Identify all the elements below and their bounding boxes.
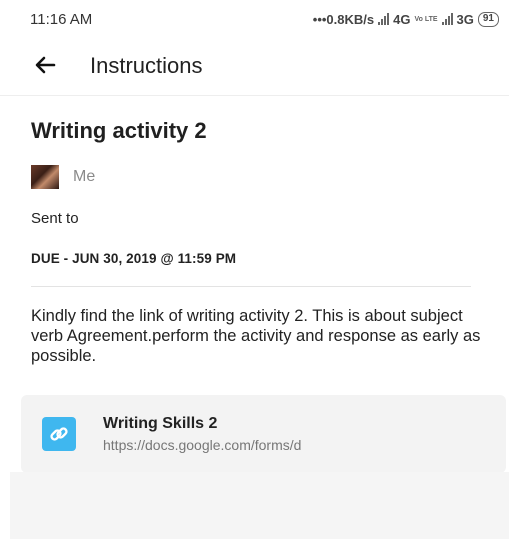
author-name: Me [73, 168, 96, 185]
avatar [31, 165, 59, 189]
attachment-card[interactable]: Writing Skills 2 https://docs.google.com… [21, 395, 506, 473]
divider [31, 286, 471, 287]
author: Me [31, 165, 95, 189]
bottom-area [10, 472, 509, 539]
assignment-title: Writing activity 2 [31, 118, 207, 143]
arrow-left-icon [35, 56, 56, 74]
battery-icon: 91 [477, 11, 499, 27]
link-icon [42, 417, 76, 451]
attachment-url: https://docs.google.com/forms/d [103, 437, 302, 453]
status-time: 11:16 AM [30, 11, 93, 28]
signal-icon-2 [441, 13, 453, 25]
network-type-2: 3G [456, 11, 474, 27]
due-date: DUE - JUN 30, 2019 @ 11:59 PM [31, 251, 237, 266]
attachment-title: Writing Skills 2 [103, 415, 218, 432]
volte-icon: Vo LTE [414, 15, 438, 23]
status-bar: 11:16 AM •••0.8KB/s 4G Vo LTE 3G 91 [0, 0, 509, 40]
page-title: Instructions [90, 53, 203, 78]
back-button[interactable] [30, 50, 60, 80]
app-bar: Instructions [0, 40, 509, 96]
status-indicators: •••0.8KB/s 4G Vo LTE 3G 91 [313, 10, 499, 28]
sent-to-label: Sent to [31, 210, 79, 227]
signal-icon [378, 13, 390, 25]
chain-link-glyph [50, 427, 68, 441]
network-type-1: 4G [393, 11, 411, 27]
assignment-description: Kindly find the link of writing activity… [31, 307, 481, 365]
network-speed: •••0.8KB/s [312, 11, 375, 27]
